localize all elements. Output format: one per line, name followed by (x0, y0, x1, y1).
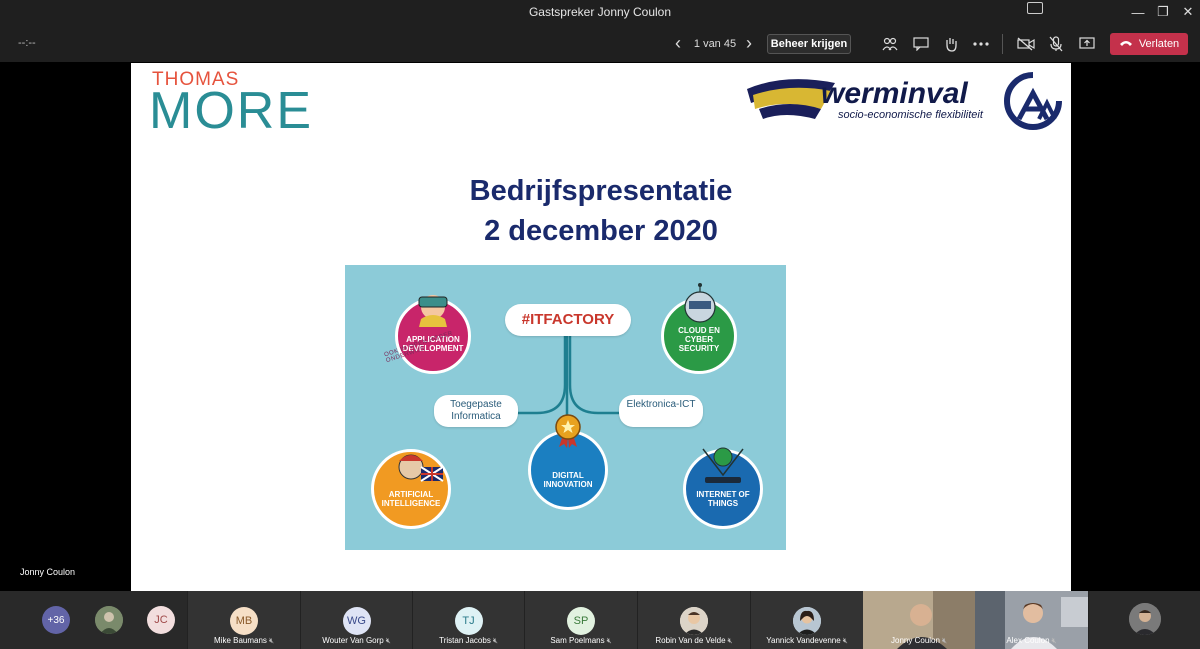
raise-hand-icon[interactable] (941, 34, 961, 54)
slide-title-line2: 2 december 2020 (484, 215, 718, 247)
participant-name: Alex Coulon 🔇︎ (1006, 636, 1057, 645)
close-icon[interactable]: ✕ (1168, 0, 1200, 24)
presenter-name-label: Jonny Coulon (20, 567, 76, 577)
chat-icon[interactable] (911, 34, 931, 54)
camera-off-icon[interactable] (1016, 34, 1036, 54)
digital-innovation-label: DIGITAL INNOVATION (543, 471, 593, 489)
avatar: SP (567, 607, 595, 635)
participant-name: Tristan Jacobs 🔇︎ (439, 636, 498, 645)
avatar (680, 607, 708, 635)
next-slide-icon[interactable]: › (739, 33, 759, 53)
mic-off-icon: 🔇︎ (268, 636, 274, 645)
participant-tile[interactable]: SP Sam Poelmans 🔇︎ (524, 591, 637, 649)
participant-tile[interactable]: TJ Tristan Jacobs 🔇︎ (412, 591, 524, 649)
slide-page-counter: 1 van 45 (693, 38, 737, 50)
hang-up-icon (1119, 38, 1133, 50)
video-tile-jonny-coulon[interactable]: Jonny Coulon 🔇︎ (863, 591, 975, 649)
vr-headset-person-icon (418, 295, 448, 327)
mic-off-icon: 🔇︎ (1051, 636, 1057, 645)
avatar: WG (342, 607, 371, 635)
microphone-off-icon[interactable] (1046, 34, 1066, 54)
participant-name: Wouter Van Gorp 🔇︎ (322, 636, 391, 645)
toegepaste-informatica-label: Toegepaste Informatica (434, 395, 518, 427)
video-tile-alex-coulon[interactable]: Alex Coulon 🔇︎ (975, 591, 1088, 649)
participant-name: Mike Baumans 🔇︎ (214, 636, 274, 645)
aw-logo (1004, 72, 1062, 130)
werminval-name: werminval (821, 77, 968, 110)
itfactory-main-label: #ITFACTORY (505, 304, 631, 336)
participant-strip: +36 JC MB Mike Baumans 🔇︎ WG Wouter Van G… (0, 591, 1200, 649)
avatar (793, 607, 821, 635)
mic-off-icon: 🔇︎ (941, 636, 947, 645)
elektronica-ict-label: Elektronica-ICT (619, 395, 703, 427)
thomas-more-logo-bottom: MORE (149, 82, 313, 140)
previous-slide-icon[interactable]: ‹ (668, 33, 688, 53)
more-actions-icon[interactable] (971, 34, 991, 54)
window-title: Gastspreker Jonny Coulon (528, 5, 672, 19)
leave-label: Verlaten (1138, 38, 1180, 50)
window-title-bar: Gastspreker Jonny Coulon — ❐ ✕ (0, 0, 1200, 24)
participant-name: Yannick Vandevenne 🔇︎ (766, 636, 848, 645)
globe-device-icon (702, 447, 744, 483)
compact-view-icon[interactable] (1027, 2, 1043, 14)
robot-face-icon (684, 283, 716, 323)
mic-off-icon: 🔇︎ (727, 636, 733, 645)
participant-tile[interactable]: Robin Van de Velde 🔇︎ (637, 591, 750, 649)
participant-name: Robin Van de Velde 🔇︎ (655, 636, 733, 645)
jc-avatar[interactable]: JC (147, 606, 175, 634)
mic-off-icon: 🔇︎ (606, 636, 612, 645)
meeting-toolbar: --:-- ‹ 1 van 45 › Beheer krijgen Verlat… (0, 24, 1200, 62)
internet-of-things-label: INTERNET OF THINGS (696, 490, 750, 508)
brain-person-flag-icon (398, 454, 444, 482)
meeting-timer: --:-- (18, 37, 36, 49)
share-screen-icon[interactable] (1077, 34, 1097, 54)
leave-button[interactable]: Verlaten (1110, 33, 1188, 55)
self-avatar (1128, 603, 1161, 635)
award-badge-icon (555, 414, 581, 448)
mic-off-icon: 🔇︎ (385, 636, 391, 645)
self-view-tile[interactable] (1088, 591, 1200, 649)
participants-icon[interactable] (880, 34, 900, 54)
participant-tile[interactable]: Yannick Vandevenne 🔇︎ (750, 591, 863, 649)
mic-off-icon: 🔇︎ (492, 636, 498, 645)
shared-slide: THOMAS MORE werminval socio-economische … (131, 63, 1071, 591)
participant-photo-avatar[interactable] (95, 606, 123, 634)
itfactory-diagram: #ITFACTORY Toegepaste Informatica Elektr… (345, 265, 786, 550)
participant-name: Sam Poelmans 🔇︎ (550, 636, 612, 645)
avatar: TJ (454, 607, 483, 635)
avatar: MB (230, 607, 258, 635)
participant-name: Jonny Coulon 🔇︎ (891, 636, 947, 645)
toolbar-divider (1002, 34, 1003, 54)
slide-title-line1: Bedrijfspresentatie (469, 175, 733, 207)
participant-tile[interactable]: MB Mike Baumans 🔇︎ (187, 591, 300, 649)
werminval-tagline: socio-economische flexibiliteit (838, 109, 983, 121)
slide-title: Bedrijfspresentatie 2 december 2020 (131, 171, 1071, 251)
more-participants-badge[interactable]: +36 (42, 606, 70, 634)
participant-tile[interactable]: WG Wouter Van Gorp 🔇︎ (300, 591, 412, 649)
take-control-button[interactable]: Beheer krijgen (767, 34, 851, 54)
mic-off-icon: 🔇︎ (842, 636, 848, 645)
